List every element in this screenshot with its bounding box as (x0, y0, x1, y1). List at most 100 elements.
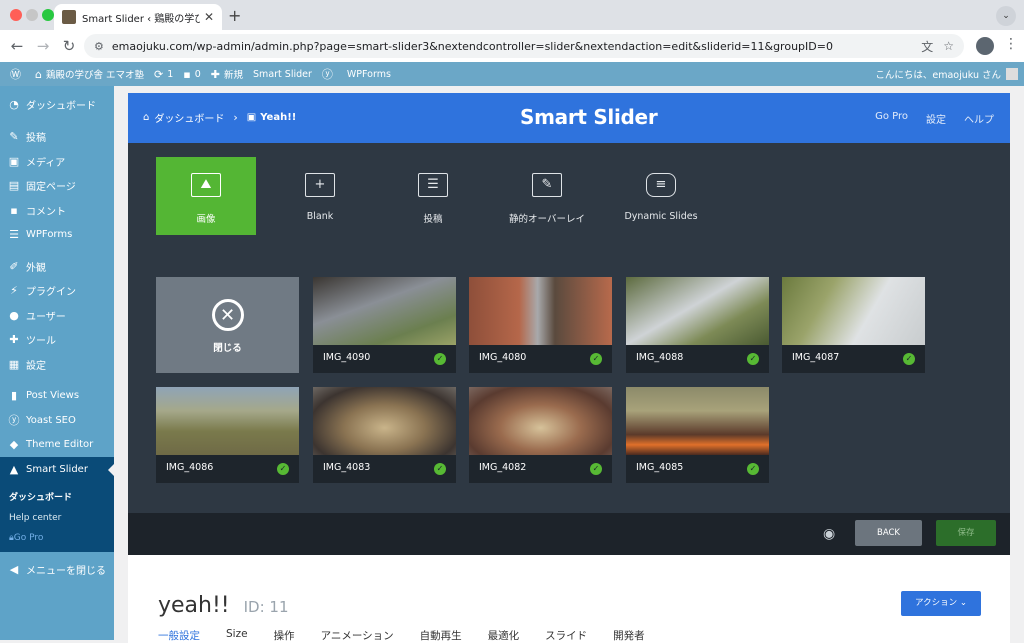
sidebar-item-post-views[interactable]: ▮ Post Views (0, 384, 114, 409)
checkmark-icon: ✓ (590, 353, 602, 365)
admin-bar-smart-slider[interactable]: Smart Slider (253, 69, 312, 80)
sidebar-item-settings[interactable]: ▦ 設定 (0, 352, 114, 377)
image-tile[interactable]: IMG_4080 ✓ (469, 277, 612, 373)
preview-eye-icon[interactable]: ◉ (823, 526, 835, 542)
slide-type-dynamic[interactable]: ≡ Dynamic Slides (611, 157, 711, 235)
submenu-go-pro[interactable]: 🔒︎Go Pro (0, 528, 114, 548)
back-button[interactable]: BACK (855, 520, 922, 546)
wp-admin-bar: Ⓦ ⌂ 鶏殿の学び舎 エマオ塾 ⟳ 1 ▪ 0 ✚ 新規 Smart Slider ⓨ … (0, 62, 1024, 86)
minimize-window-button[interactable] (26, 9, 38, 21)
sidebar-item-plugins[interactable]: ⚡ プラグイン (0, 279, 114, 304)
close-tab-icon[interactable]: ✕ (204, 10, 214, 24)
sidebar-item-media[interactable]: ▣ メディア (0, 149, 114, 174)
brush-icon: ✐ (9, 259, 19, 273)
tab-slides[interactable]: スライド (545, 628, 587, 643)
image-tile[interactable]: IMG_4087 ✓ (782, 277, 925, 373)
image-tile[interactable]: IMG_4083 ✓ (313, 387, 456, 483)
url-text: emaojuku.com/wp-admin/admin.php?page=sma… (111, 39, 833, 53)
admin-bar-account[interactable]: こんにちは、emaojuku さん (875, 62, 1018, 86)
save-button[interactable]: 保存 (936, 520, 996, 546)
help-link[interactable]: ヘルプ (964, 111, 994, 126)
smart-slider-submenu: ダッシュボード Help center 🔒︎Go Pro (0, 481, 114, 552)
submenu-help-center[interactable]: Help center (0, 508, 114, 528)
chevron-down-icon: ⌄ (959, 598, 967, 608)
admin-bar-wpforms[interactable]: WPForms (347, 69, 391, 80)
admin-bar-comments[interactable]: ▪ 0 (183, 68, 201, 81)
image-tile[interactable]: IMG_4085 ✓ (626, 387, 769, 483)
pin-icon: ✎ (532, 173, 562, 197)
collapse-menu-button[interactable]: ◀ メニューを閉じる (0, 558, 114, 583)
slide-type-post[interactable]: ☰ 投稿 (383, 157, 483, 235)
slide-type-blank[interactable]: + Blank (270, 157, 370, 235)
tab-developer[interactable]: 開発者 (613, 628, 645, 643)
admin-bar-updates[interactable]: ⟳ 1 (154, 68, 173, 81)
action-dropdown-button[interactable]: アクション ⌄ (901, 591, 981, 616)
site-info-icon[interactable]: ⚙ (94, 40, 104, 53)
sidebar-item-theme-editor[interactable]: ◆ Theme Editor (0, 433, 114, 458)
go-pro-link[interactable]: Go Pro (875, 111, 908, 126)
add-slide-panel: ⛰ 画像 + Blank ☰ 投稿 ✎ 静的オーバーレイ ≡ Dynamic S… (128, 143, 1010, 513)
image-tile[interactable]: IMG_4086 ✓ (156, 387, 299, 483)
sidebar-item-posts[interactable]: ✎ 投稿 (0, 125, 114, 150)
sidebar-item-pages[interactable]: ▤ 固定ページ (0, 174, 114, 199)
slide-type-image[interactable]: ⛰ 画像 (156, 157, 256, 235)
breadcrumb-slider[interactable]: Yeah!! (260, 112, 296, 123)
checkmark-icon: ✓ (903, 353, 915, 365)
slider-name[interactable]: yeah!! (158, 593, 230, 618)
media-icon: ▣ (8, 154, 20, 168)
smart-slider-app: ⌂ ダッシュボード › ▣ Yeah!! Smart Slider Go Pro… (128, 93, 1010, 643)
sidebar-item-yoast[interactable]: ⓨ Yoast SEO (0, 408, 114, 433)
translate-icon[interactable]: 文 (921, 38, 933, 55)
maximize-window-button[interactable] (42, 9, 54, 21)
sidebar-item-wpforms[interactable]: ☰ WPForms (0, 223, 114, 248)
image-tile[interactable]: IMG_4082 ✓ (469, 387, 612, 483)
close-image-picker-button[interactable]: ✕ 閉じる (156, 277, 299, 373)
back-arrow-icon[interactable]: ← (4, 37, 30, 55)
thumbnail-image (626, 277, 769, 345)
chart-icon: ▮ (10, 389, 18, 403)
tab-optimize[interactable]: 最適化 (488, 628, 520, 643)
collapse-arrow-icon: ◀ (9, 563, 19, 577)
smart-slider-logo: Smart Slider (520, 105, 658, 129)
admin-bar-new[interactable]: ✚ 新規 (211, 67, 243, 82)
forward-arrow-icon[interactable]: → (30, 37, 56, 55)
image-tile[interactable]: IMG_4090 ✓ (313, 277, 456, 373)
sidebar-item-dashboard[interactable]: ◔ ダッシュボード (0, 92, 114, 117)
browser-menu-icon[interactable]: ⋮ (1004, 36, 1018, 52)
tab-autoplay[interactable]: 自動再生 (420, 628, 462, 643)
image-tile[interactable]: IMG_4088 ✓ (626, 277, 769, 373)
close-window-button[interactable] (10, 9, 22, 21)
breadcrumb-dashboard[interactable]: ダッシュボード (154, 110, 224, 125)
mortarboard-icon: ▲ (9, 462, 19, 476)
settings-link[interactable]: 設定 (926, 111, 946, 126)
slide-type-static-overlay[interactable]: ✎ 静的オーバーレイ (497, 157, 597, 235)
tab-animation[interactable]: アニメーション (321, 628, 394, 643)
wordpress-logo-icon[interactable]: Ⓦ (10, 66, 25, 82)
checkmark-icon: ✓ (747, 353, 759, 365)
admin-bar-yoast[interactable]: ⓨ (322, 66, 337, 82)
settings-icon: ▦ (8, 357, 20, 371)
submenu-dashboard[interactable]: ダッシュボード (0, 488, 114, 508)
tab-size[interactable]: Size (226, 628, 248, 643)
main-content: ⌂ ダッシュボード › ▣ Yeah!! Smart Slider Go Pro… (114, 86, 1024, 643)
sidebar-item-smart-slider[interactable]: ▲ Smart Slider (0, 457, 114, 482)
sidebar-item-users[interactable]: ● ユーザー (0, 303, 114, 328)
sidebar-item-comments[interactable]: ▪ コメント (0, 198, 114, 223)
tab-search-icon[interactable]: ⌄ (996, 6, 1016, 26)
header-menu: Go Pro 設定 ヘルプ (875, 111, 994, 126)
tab-general[interactable]: 一般設定 (158, 628, 200, 643)
tab-controls[interactable]: 操作 (274, 628, 295, 643)
sidebar-item-tools[interactable]: ✚ ツール (0, 328, 114, 353)
admin-bar-site[interactable]: ⌂ 鶏殿の学び舎 エマオ塾 (35, 67, 144, 82)
reload-icon[interactable]: ↻ (56, 37, 82, 55)
new-tab-button[interactable]: + (228, 6, 241, 25)
browser-tab[interactable]: Smart Slider ‹ 鶏殿の学び舎 エ… ✕ (54, 4, 222, 30)
sidebar-item-appearance[interactable]: ✐ 外観 (0, 254, 114, 279)
bookmark-star-icon[interactable]: ☆ (943, 39, 954, 53)
profile-avatar[interactable] (976, 37, 994, 55)
thumbnail-image (782, 277, 925, 345)
url-field[interactable]: ⚙ emaojuku.com/wp-admin/admin.php?page=s… (84, 34, 964, 58)
slider-settings-tabs: 一般設定 Size 操作 アニメーション 自動再生 最適化 スライド 開発者 (158, 628, 671, 643)
checkmark-icon: ✓ (434, 463, 446, 475)
checkmark-icon: ✓ (434, 353, 446, 365)
